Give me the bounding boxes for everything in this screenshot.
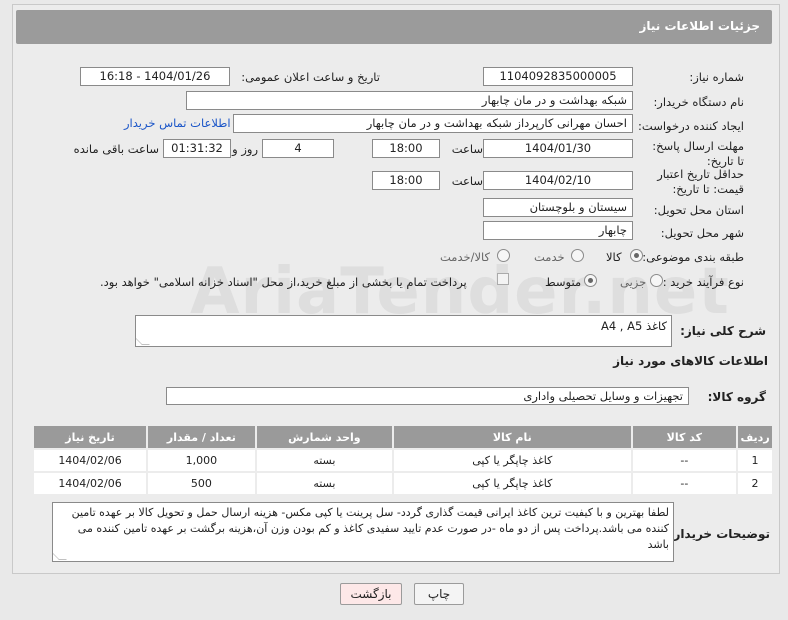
validity-label: حداقل تاریخ اعتبار قیمت: تا تاریخ: — [657, 167, 744, 196]
category-service-label: خدمت — [534, 250, 565, 264]
cell-qty: 1,000 — [146, 448, 257, 473]
cell-unit: بسته — [254, 471, 394, 496]
city-field: چابهار — [483, 221, 633, 240]
time-remaining-field: 01:31:32 — [163, 139, 231, 158]
category-goods-service-radio[interactable] — [497, 249, 510, 262]
goods-table: ردیف کد کالا نام کالا واحد شمارش تعداد /… — [31, 424, 774, 496]
category-goods-radio[interactable] — [630, 249, 643, 262]
process-label: نوع فرآیند خرید : — [662, 275, 744, 289]
province-field: سیستان و بلوچستان — [483, 198, 633, 217]
col-date: تاریخ نیاز — [31, 424, 149, 450]
goods-table-header: ردیف کد کالا نام کالا واحد شمارش تعداد /… — [31, 424, 774, 450]
cell-row: 2 — [736, 471, 774, 496]
process-minor-radio[interactable] — [650, 274, 663, 287]
goods-section-title: اطلاعات کالاهای مورد نیاز — [613, 354, 768, 368]
summary-field: کاغذ A4 , A5 — [135, 315, 672, 347]
treasury-payment-checkbox[interactable] — [497, 273, 509, 285]
validity-time-field: 18:00 — [372, 171, 440, 190]
buyer-field: شبکه بهداشت و در مان چابهار — [186, 91, 633, 110]
days-label: روز و — [232, 142, 258, 156]
deadline-time-label: ساعت — [451, 142, 483, 156]
buyer-contact-link[interactable]: اطلاعات تماس خریدار — [124, 116, 231, 130]
buyer-label: نام دستگاه خریدار: — [653, 95, 744, 109]
province-label: استان محل تحویل: — [653, 203, 744, 217]
resize-grip-icon[interactable] — [136, 337, 150, 345]
cell-name: کاغذ چاپگر یا کپی — [391, 471, 633, 496]
col-unit: واحد شمارش — [254, 424, 394, 450]
time-remaining-label: ساعت باقی مانده — [73, 142, 159, 156]
col-qty: تعداد / مقدار — [146, 424, 257, 450]
cell-name: کاغذ چاپگر یا کپی — [391, 448, 633, 473]
cell-qty: 500 — [146, 471, 257, 496]
cell-date: 1404/02/06 — [31, 448, 149, 473]
city-label: شهر محل تحویل: — [660, 226, 744, 240]
cell-code: -- — [630, 471, 739, 496]
deadline-time-field: 18:00 — [372, 139, 440, 158]
table-row: 1 -- کاغذ چاپگر یا کپی بسته 1,000 1404/0… — [31, 448, 774, 473]
table-row: 2 -- کاغذ چاپگر یا کپی بسته 500 1404/02/… — [31, 471, 774, 496]
need-number-label: شماره نیاز: — [689, 70, 744, 84]
process-minor-label: جزیی — [620, 275, 647, 289]
buyer-notes-text: لطفا بهترین و با کیفیت ترین کاغذ ایرانی … — [71, 506, 669, 551]
category-goods-service-label: کالا/خدمت — [440, 250, 491, 264]
col-name: نام کالا — [391, 424, 633, 450]
treasury-payment-note: پرداخت تمام یا بخشی از مبلغ خرید،از محل … — [100, 275, 467, 289]
buyer-notes-label: توضیحات خریدار: — [668, 527, 770, 541]
creator-field: احسان مهرانی کارپرداز شبکه بهداشت و در م… — [233, 114, 633, 133]
deadline-date-field: 1404/01/30 — [483, 139, 633, 158]
summary-text: کاغذ A4 , A5 — [600, 319, 667, 333]
col-code: کد کالا — [630, 424, 739, 450]
cell-unit: بسته — [254, 448, 394, 473]
cell-code: -- — [630, 448, 739, 473]
category-goods-label: کالا — [606, 250, 622, 264]
cell-date: 1404/02/06 — [31, 471, 149, 496]
summary-label: شرح کلی نیاز: — [680, 324, 766, 338]
validity-time-label: ساعت — [451, 174, 483, 188]
creator-label: ایجاد کننده درخواست: — [638, 119, 744, 133]
validity-date-field: 1404/02/10 — [483, 171, 633, 190]
deadline-label: مهلت ارسال پاسخ: تا تاریخ: — [652, 139, 744, 168]
announce-label: تاریخ و ساعت اعلان عمومی: — [241, 70, 380, 84]
goods-group-label: گروه کالا: — [707, 390, 766, 404]
process-medium-label: متوسط — [545, 275, 582, 289]
col-row: ردیف — [736, 424, 774, 450]
category-service-radio[interactable] — [571, 249, 584, 262]
back-button[interactable]: بازگشت — [340, 583, 402, 605]
process-medium-radio[interactable] — [584, 274, 597, 287]
announce-date-field: 1404/01/26 - 16:18 — [80, 67, 230, 86]
buyer-notes-field: لطفا بهترین و با کیفیت ترین کاغذ ایرانی … — [52, 502, 674, 562]
category-label: طبقه بندی موضوعی: — [642, 250, 744, 264]
print-button[interactable]: چاپ — [414, 583, 464, 605]
page-title: جزئیات اطلاعات نیاز — [16, 10, 772, 44]
resize-grip-icon[interactable] — [53, 552, 67, 560]
goods-group-field: تجهیزات و وسایل تحصیلی واداری — [166, 387, 689, 405]
cell-row: 1 — [736, 448, 774, 473]
days-remaining-field: 4 — [262, 139, 334, 158]
need-number-field: 1104092835000005 — [483, 67, 633, 86]
